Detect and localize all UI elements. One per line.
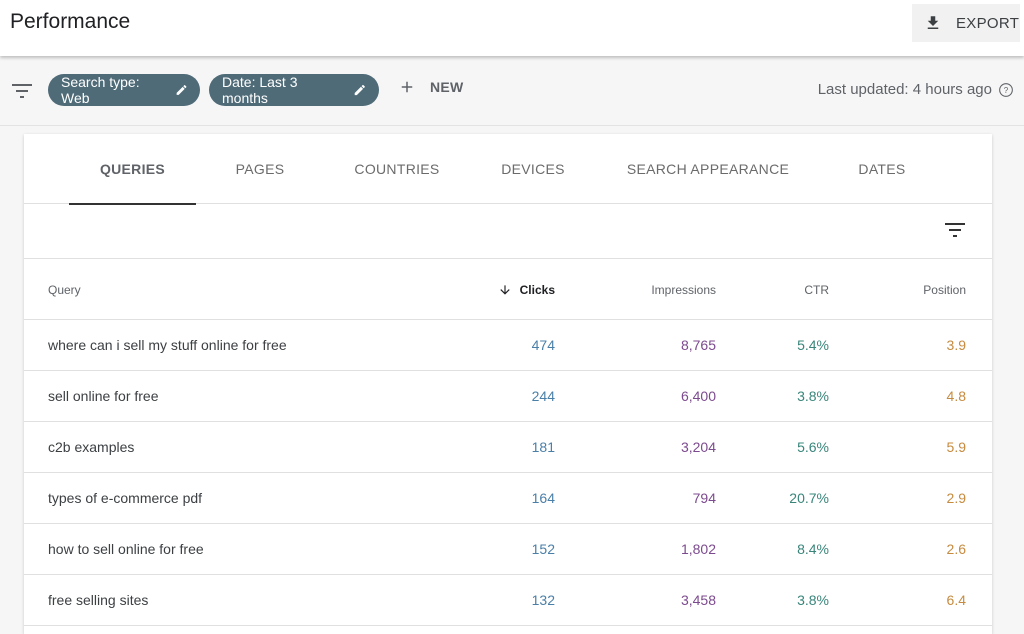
top-bar: Performance EXPORT bbox=[0, 0, 1024, 56]
impressions-cell: 6,400 bbox=[680, 388, 716, 404]
position-cell: 5.9 bbox=[946, 439, 966, 455]
svg-text:?: ? bbox=[1004, 86, 1009, 95]
column-header-clicks[interactable]: Clicks bbox=[498, 283, 555, 297]
ctr-cell: 20.7% bbox=[789, 490, 829, 506]
ctr-cell: 5.4% bbox=[797, 337, 829, 353]
last-updated: Last updated: 4 hours ago ? bbox=[818, 81, 1014, 98]
dimension-tabs: QUERIES PAGES COUNTRIES DEVICES SEARCH A… bbox=[24, 134, 992, 205]
query-cell: where can i sell my stuff online for fre… bbox=[48, 337, 287, 353]
chip-label: Search type: Web bbox=[61, 74, 140, 106]
date-chip[interactable]: Date: Last 3 months bbox=[209, 74, 379, 106]
clicks-cell: 164 bbox=[531, 490, 555, 506]
query-cell: free selling sites bbox=[48, 592, 149, 608]
tab-countries[interactable]: COUNTRIES bbox=[342, 134, 452, 204]
edit-icon bbox=[176, 85, 187, 95]
edit-icon bbox=[355, 84, 366, 96]
table-row[interactable]: sell online for free 244 6,400 3.8% 4.8 bbox=[24, 371, 992, 422]
column-header-query[interactable]: Query bbox=[48, 283, 81, 297]
tab-devices[interactable]: DEVICES bbox=[490, 134, 576, 204]
filter-bar: Search type: Web Date: Last 3 months NEW… bbox=[0, 56, 1024, 126]
table-header: Query Clicks Impressions CTR Position bbox=[24, 259, 992, 320]
table-row[interactable]: types of e-commerce pdf 164 794 20.7% 2.9 bbox=[24, 473, 992, 524]
ctr-cell: 3.8% bbox=[797, 388, 829, 404]
query-cell: how to sell online for free bbox=[48, 541, 204, 557]
clicks-cell: 181 bbox=[531, 439, 555, 455]
clicks-cell: 244 bbox=[531, 388, 555, 404]
impressions-cell: 3,458 bbox=[680, 592, 716, 608]
clicks-cell: 474 bbox=[531, 337, 555, 353]
table-row[interactable]: where can i sell my stuff online for fre… bbox=[24, 320, 992, 371]
chip-label: Date: Last 3 months bbox=[222, 74, 298, 106]
impressions-cell: 1,802 bbox=[680, 541, 716, 557]
help-icon[interactable]: ? bbox=[998, 82, 1014, 98]
plus-icon bbox=[401, 81, 413, 93]
ctr-cell: 5.6% bbox=[797, 439, 829, 455]
impressions-cell: 8,765 bbox=[680, 337, 716, 353]
page-title: Performance bbox=[10, 10, 131, 33]
impressions-cell: 794 bbox=[692, 490, 716, 506]
table-row[interactable]: free selling sites 132 3,458 3.8% 6.4 bbox=[24, 575, 992, 626]
clicks-header-label: Clicks bbox=[519, 283, 555, 297]
ctr-cell: 8.4% bbox=[797, 541, 829, 557]
report-card: QUERIES PAGES COUNTRIES DEVICES SEARCH A… bbox=[24, 134, 992, 634]
download-icon bbox=[927, 16, 939, 29]
impressions-cell: 3,204 bbox=[680, 439, 716, 455]
tab-dates[interactable]: DATES bbox=[846, 134, 918, 204]
clicks-cell: 152 bbox=[531, 541, 555, 557]
table-filter-icon[interactable] bbox=[945, 222, 965, 238]
tab-pages[interactable]: PAGES bbox=[214, 134, 306, 204]
export-label: EXPORT bbox=[956, 14, 1020, 32]
new-filter-button[interactable]: NEW bbox=[398, 78, 464, 96]
last-updated-text: Last updated: 4 hours ago bbox=[817, 81, 992, 98]
query-cell: types of e-commerce pdf bbox=[48, 490, 203, 506]
table-toolbar bbox=[24, 204, 992, 259]
column-header-ctr[interactable]: CTR bbox=[804, 283, 829, 297]
filter-icon[interactable] bbox=[12, 83, 32, 99]
tab-queries[interactable]: QUERIES bbox=[69, 134, 196, 205]
new-label: NEW bbox=[430, 79, 464, 95]
position-cell: 6.4 bbox=[946, 592, 966, 608]
ctr-cell: 3.8% bbox=[797, 592, 829, 608]
table-row[interactable]: c2b examples 181 3,204 5.6% 5.9 bbox=[24, 422, 992, 473]
search-type-chip[interactable]: Search type: Web bbox=[48, 74, 200, 106]
column-header-impressions[interactable]: Impressions bbox=[651, 283, 716, 297]
query-cell: sell online for free bbox=[48, 388, 159, 404]
clicks-cell: 132 bbox=[531, 592, 555, 608]
position-cell: 4.8 bbox=[946, 388, 966, 404]
position-cell: 3.9 bbox=[946, 337, 966, 353]
tab-search-appearance[interactable]: SEARCH APPEARANCE bbox=[620, 134, 796, 204]
export-button[interactable]: EXPORT bbox=[912, 4, 1020, 42]
sort-down-icon bbox=[499, 285, 510, 295]
column-header-position[interactable]: Position bbox=[923, 283, 966, 297]
position-cell: 2.6 bbox=[946, 541, 966, 557]
table-row[interactable]: how to sell online for free 152 1,802 8.4% 2… bbox=[24, 524, 992, 575]
query-cell: c2b examples bbox=[48, 439, 135, 455]
position-cell: 2.9 bbox=[946, 490, 966, 506]
